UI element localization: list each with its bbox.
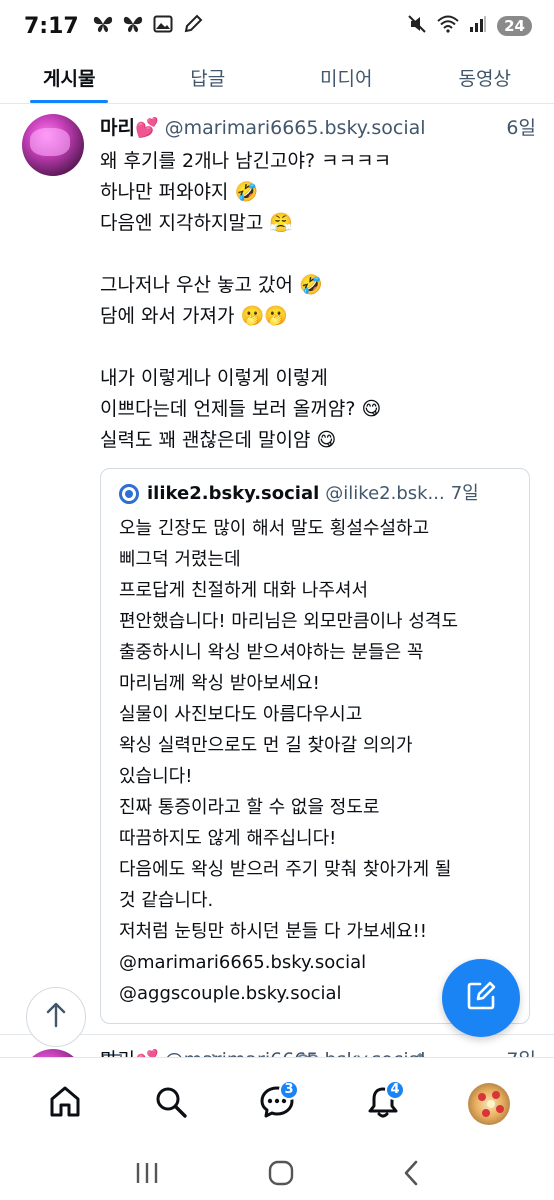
tab-label: 미디어: [320, 68, 373, 90]
quoted-post-text: 오늘 긴장도 많이 해서 말도 횡설수설하고 삐그덕 거렸는데 프로답게 친절하…: [119, 518, 459, 1004]
signal-icon: [469, 15, 487, 37]
avatar[interactable]: [22, 1049, 84, 1057]
notifications-unread-badge: 4: [385, 1079, 405, 1100]
author-handle[interactable]: @marimari6665.bsky.social: [165, 114, 426, 142]
quoted-post[interactable]: ilike2.bsky.social @ilike2.bsk... 7일 오늘 …: [100, 468, 530, 1024]
system-navigation-bar: [0, 1149, 554, 1200]
nav-chat[interactable]: 3: [247, 1074, 307, 1134]
nav-notifications[interactable]: 4: [353, 1074, 413, 1134]
battery-indicator: 24: [497, 16, 532, 36]
status-bar: 7:17 24: [0, 0, 554, 52]
quoted-post-timestamp: 7일: [450, 483, 479, 504]
status-time: 7:17: [24, 13, 79, 39]
nav-profile[interactable]: [459, 1074, 519, 1134]
butterfly-icon: [93, 15, 113, 37]
home-icon: [48, 1085, 82, 1123]
post-item[interactable]: 마리💕 @marimari6665.bsky.social 7일: [0, 1035, 554, 1057]
nav-home[interactable]: [35, 1074, 95, 1134]
image-icon: [153, 15, 173, 37]
nav-search[interactable]: [141, 1074, 201, 1134]
avatar: [468, 1082, 510, 1125]
profile-tabs: 게시물 답글 미디어 동영상: [0, 52, 554, 104]
author-display-name[interactable]: 마리💕: [100, 114, 159, 142]
author-handle[interactable]: @marimari6665.bsky.social: [165, 1049, 426, 1057]
mute-icon: [407, 14, 427, 38]
recent-apps-button[interactable]: [133, 1160, 161, 1190]
pencil-icon: [183, 14, 203, 38]
bottom-navigation: 3 4: [0, 1057, 554, 1149]
quoted-author-name: ilike2.bsky.social: [147, 483, 320, 504]
chat-unread-badge: 3: [279, 1079, 299, 1100]
compose-post-button[interactable]: [442, 959, 520, 1037]
status-notification-icons: [93, 14, 203, 38]
post-header: 마리💕 @marimari6665.bsky.social 6일: [100, 114, 536, 142]
avatar: [119, 484, 139, 504]
home-button[interactable]: [267, 1159, 295, 1191]
back-button[interactable]: [401, 1159, 421, 1191]
post-item[interactable]: 마리💕 @marimari6665.bsky.social 6일 왜 후기를 2…: [0, 104, 554, 1080]
post-header: 마리💕 @marimari6665.bsky.social: [100, 1045, 426, 1057]
post-timestamp[interactable]: 7일: [506, 1045, 536, 1057]
scroll-to-top-button[interactable]: [26, 987, 86, 1047]
avatar[interactable]: [22, 114, 84, 176]
tab-label: 답글: [190, 68, 226, 90]
post-timestamp[interactable]: 6일: [498, 114, 536, 142]
post-text: 왜 후기를 2개나 남긴고야? ㅋㅋㅋㅋ 하나만 퍼와야지 🤣 다음엔 지각하지…: [100, 150, 392, 451]
quoted-author-handle: @ilike2.bsk...: [325, 483, 445, 504]
compose-icon: [464, 979, 498, 1017]
quoted-post-header: ilike2.bsky.social @ilike2.bsk... 7일: [119, 481, 515, 507]
butterfly-icon: [123, 15, 143, 37]
tab-media[interactable]: 미디어: [277, 52, 416, 103]
tab-posts[interactable]: 게시물: [0, 52, 139, 103]
tab-label: 동영상: [458, 68, 511, 90]
wifi-icon: [437, 15, 459, 37]
search-icon: [154, 1085, 188, 1123]
arrow-up-icon: [44, 1002, 68, 1032]
tab-label: 게시물: [43, 68, 96, 90]
tab-videos[interactable]: 동영상: [416, 52, 554, 103]
author-display-name[interactable]: 마리💕: [100, 1049, 159, 1057]
tab-replies[interactable]: 답글: [139, 52, 278, 103]
